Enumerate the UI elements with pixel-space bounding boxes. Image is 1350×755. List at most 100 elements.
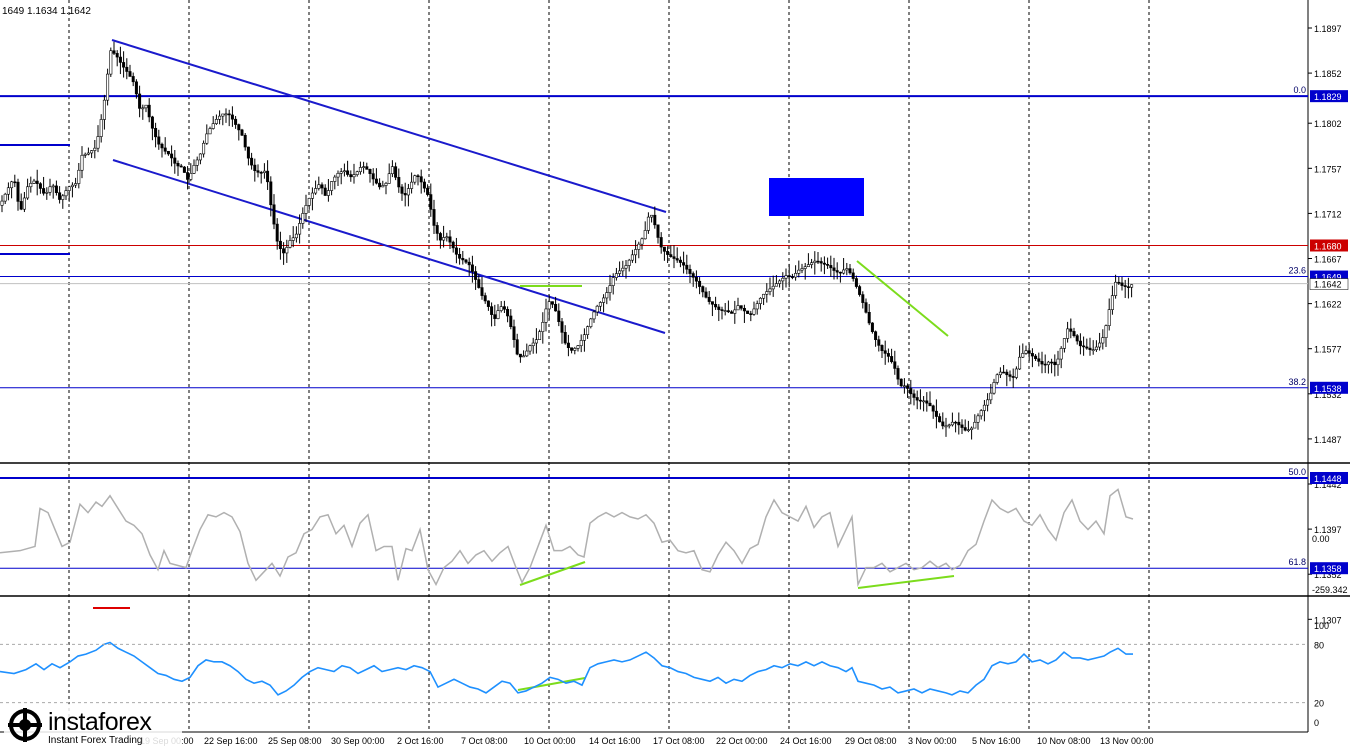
candle-body <box>381 185 385 188</box>
candle-body <box>61 195 65 200</box>
candle-body <box>576 345 580 349</box>
price-tick-label-9: 1.1487 <box>1314 435 1342 445</box>
candle-body <box>582 334 586 341</box>
candle-body <box>211 123 215 129</box>
candle-body <box>1082 345 1086 348</box>
candle-body <box>544 308 548 323</box>
candle-body <box>189 173 193 180</box>
candle-body <box>982 404 986 411</box>
candle-body <box>218 115 222 120</box>
candle-body <box>608 285 612 293</box>
chart-canvas[interactable]: 0.023.638.250.061.8 1.18971.18521.18021.… <box>0 0 1350 750</box>
candle-body <box>1005 371 1009 376</box>
candle-body <box>829 265 833 269</box>
candle-body <box>422 181 426 189</box>
candle-body <box>1091 349 1095 352</box>
candle-body <box>739 305 743 309</box>
candle-body <box>643 230 647 240</box>
candle-body <box>656 224 660 238</box>
candle-body <box>368 169 372 174</box>
candle-body <box>1104 325 1108 338</box>
candle-body <box>723 310 727 312</box>
candle-body <box>461 258 465 261</box>
current-price-tag: 1.1642 <box>1314 280 1342 290</box>
candle-body <box>26 186 30 199</box>
candle-body <box>1085 346 1089 349</box>
candle-body <box>371 173 375 180</box>
candle-body <box>205 133 209 144</box>
candle-body <box>349 174 353 178</box>
candle-body <box>947 424 951 427</box>
price-tick-label-6: 1.1622 <box>1314 300 1342 310</box>
candle-body <box>803 266 807 269</box>
candle-body <box>240 129 244 136</box>
candle-body <box>1107 309 1111 326</box>
candle-body <box>906 385 910 389</box>
candle-body <box>96 136 100 149</box>
candle-body <box>128 71 132 77</box>
candle-body <box>298 223 302 235</box>
candle-body <box>688 268 692 274</box>
candle-body <box>720 309 724 311</box>
candle-body <box>1014 368 1018 378</box>
candle-body <box>45 191 49 194</box>
resistance-zone[interactable] <box>769 178 864 216</box>
candle-body <box>566 342 570 349</box>
candle-body <box>22 197 26 210</box>
candle-body <box>762 293 766 299</box>
candle-body <box>966 429 970 431</box>
price-tick-label-5: 1.1667 <box>1314 255 1342 265</box>
candle-body <box>154 127 158 138</box>
candle-body <box>48 186 52 193</box>
broker-logo: instaforex Instant Forex Trading <box>4 704 182 748</box>
candle-body <box>502 306 506 310</box>
candle-body <box>570 347 574 351</box>
candle-body <box>426 187 430 195</box>
candle-body <box>1043 363 1047 366</box>
candle-body <box>480 287 484 296</box>
candle-body <box>438 233 442 241</box>
candle-body <box>86 152 90 155</box>
candle-body <box>442 237 446 241</box>
candle-body <box>986 399 990 406</box>
time-tick-label-1: 25 Sep 08:00 <box>268 736 322 746</box>
candle-body <box>771 285 775 290</box>
candle-body <box>714 303 718 308</box>
candle-body <box>330 181 334 191</box>
price-pane[interactable] <box>0 0 1308 462</box>
candle-body <box>768 288 772 292</box>
candle-body <box>467 261 471 266</box>
time-tick-label-13: 10 Nov 08:00 <box>1037 736 1091 746</box>
candle-body <box>944 425 948 428</box>
candle-body <box>838 271 842 274</box>
candle-body <box>557 310 561 322</box>
candle-body <box>51 185 55 188</box>
price-tags: 1.18291.16491.15381.14481.13581.16801.16… <box>1309 90 1349 575</box>
candle-body <box>1024 350 1028 354</box>
candle-body <box>816 260 820 263</box>
candle-body <box>490 306 494 315</box>
time-tick-label-6: 14 Oct 16:00 <box>589 736 641 746</box>
candle-body <box>6 187 10 195</box>
candle-body <box>787 275 791 277</box>
candle-body <box>29 183 33 188</box>
candle-body <box>160 143 164 149</box>
time-tick-label-3: 2 Oct 16:00 <box>397 736 444 746</box>
candle-body <box>365 166 369 170</box>
candle-body <box>406 188 410 196</box>
candle-body <box>304 205 308 214</box>
candle-body <box>1101 337 1105 344</box>
price-tick-label-3: 1.1757 <box>1314 164 1342 174</box>
candle-body <box>640 238 644 245</box>
candle-body <box>698 280 702 287</box>
cci-pane[interactable] <box>0 466 1308 594</box>
rsi-pane[interactable] <box>0 598 1308 732</box>
rsi-tick-label-0: 100 <box>1314 621 1329 631</box>
time-tick-label-2: 30 Sep 00:00 <box>331 736 385 746</box>
time-tick-label-0: 22 Sep 16:00 <box>204 736 258 746</box>
candle-body <box>861 294 865 303</box>
candle-body <box>269 181 273 206</box>
candle-body <box>848 268 852 274</box>
candle-body <box>150 116 154 129</box>
candle-body <box>634 249 638 256</box>
